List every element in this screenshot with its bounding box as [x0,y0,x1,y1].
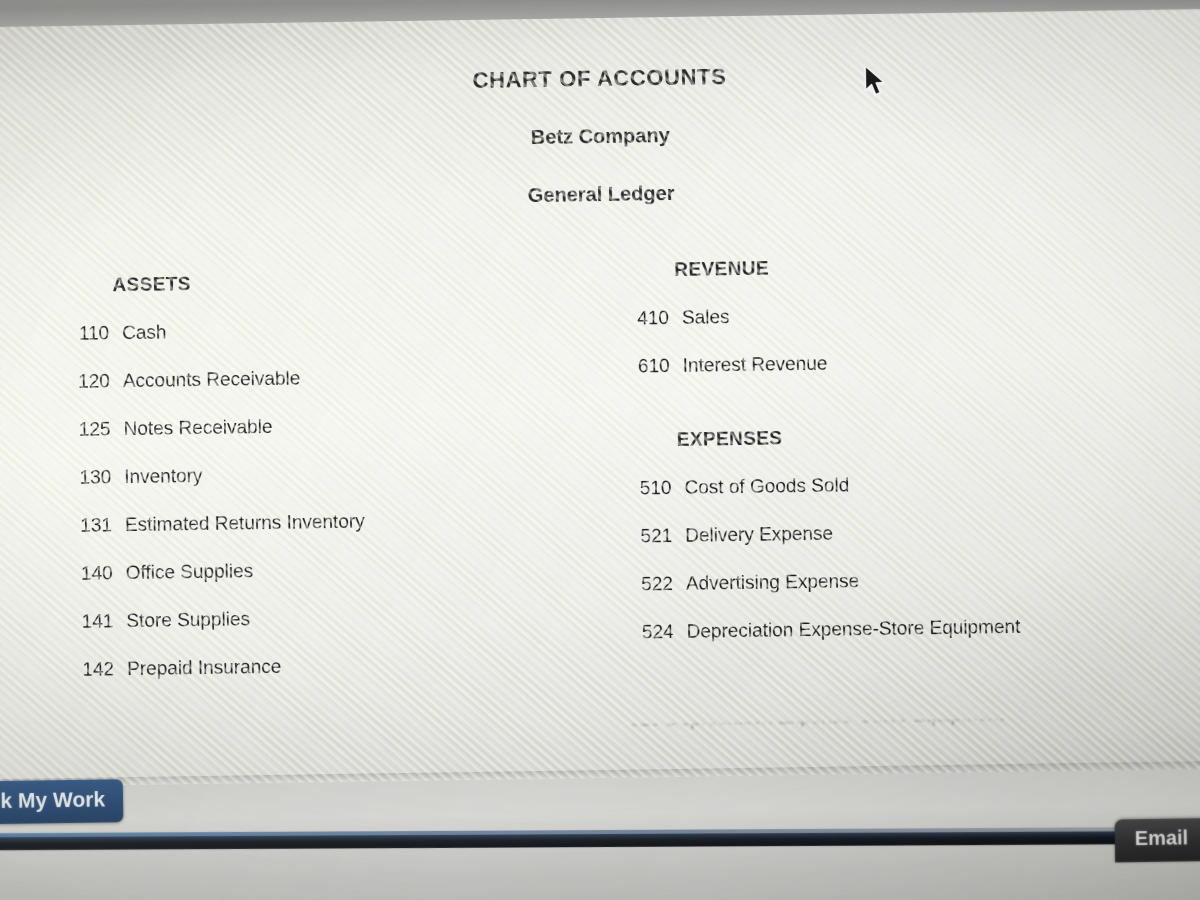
account-name: Advertising Expense [685,571,860,595]
account-row[interactable]: 125 Notes Receivable [64,413,534,442]
account-number: 521 [640,526,673,548]
account-row[interactable]: 510 Cost of Goods Sold [625,471,1145,501]
account-number: 522 [641,574,674,596]
section-heading-expenses: EXPENSES [676,428,783,451]
account-name: Cash [122,322,167,345]
account-number: 141 [81,611,114,633]
section-heading-revenue: REVENUE [674,258,770,281]
mouse-cursor-icon [863,65,890,99]
clipped-account-row-right: 525 Depreciation Expense-Office Equipmen… [629,716,1004,731]
account-name: Delivery Expense [685,523,834,547]
account-name: Sales [681,307,730,329]
section-heading-assets: ASSETS [112,274,192,297]
account-row[interactable]: 610 Interest Revenue [624,349,1144,379]
account-row[interactable]: 130 Inventory [65,461,535,490]
email-button[interactable]: Email [1114,818,1200,863]
account-number: 110 [78,323,110,345]
account-row[interactable]: 524 Depreciation Expense-Store Equipment [628,615,1148,645]
account-number: 142 [82,659,115,681]
account-name: Accounts Receivable [122,368,301,393]
clipped-account-row-left: 180 Land [69,747,149,759]
account-name: Inventory [124,465,203,489]
account-row[interactable]: 110 Cash [63,317,533,346]
account-row[interactable]: 410 Sales [623,301,1143,331]
account-name: Office Supplies [125,561,254,585]
account-number: 120 [78,371,111,393]
account-row[interactable]: 120 Accounts Receivable [64,365,534,394]
account-number: 130 [79,467,112,489]
account-number: 131 [80,515,113,537]
account-number: 410 [637,308,670,330]
screen-surface: Chart of Accounts CHART OF ACCOUNTS Betz… [0,0,1200,900]
revenue-expenses-column: REVENUE 410 Sales 610 Interest Revenue E… [622,253,1148,671]
account-name: Depreciation Expense-Store Equipment [686,616,1021,643]
account-row[interactable]: 521 Delivery Expense [626,519,1146,549]
account-name: Notes Receivable [123,416,273,441]
assets-column: ASSETS 110 Cash 120 Accounts Receivable … [62,269,538,708]
account-row[interactable]: 131 Estimated Returns Inventory [66,509,536,538]
check-my-work-button[interactable]: Check My Work [0,779,124,826]
chart-of-accounts-panel: CHART OF ACCOUNTS Betz Company General L… [0,8,1200,788]
account-name: Prepaid Insurance [126,656,282,681]
account-number: 510 [639,478,672,500]
account-number: 610 [637,356,670,378]
company-name: Betz Company [530,125,670,150]
ledger-name: General Ledger [527,182,675,208]
account-row[interactable]: 522 Advertising Expense [627,567,1147,597]
account-number: 125 [78,419,111,441]
document-title: CHART OF ACCOUNTS [472,64,727,93]
account-name: Cost of Goods Sold [684,475,850,499]
screen-photo: Chart of Accounts CHART OF ACCOUNTS Betz… [0,0,1200,900]
account-number: 524 [641,622,674,644]
account-name: Estimated Returns Inventory [124,511,365,537]
account-name: Store Supplies [126,609,251,633]
account-name: Interest Revenue [682,353,828,377]
account-number: 140 [80,563,113,585]
account-row[interactable]: 141 Store Supplies [67,605,537,634]
account-row[interactable]: 140 Office Supplies [67,557,537,586]
account-row[interactable]: 142 Prepaid Insurance [68,653,538,682]
